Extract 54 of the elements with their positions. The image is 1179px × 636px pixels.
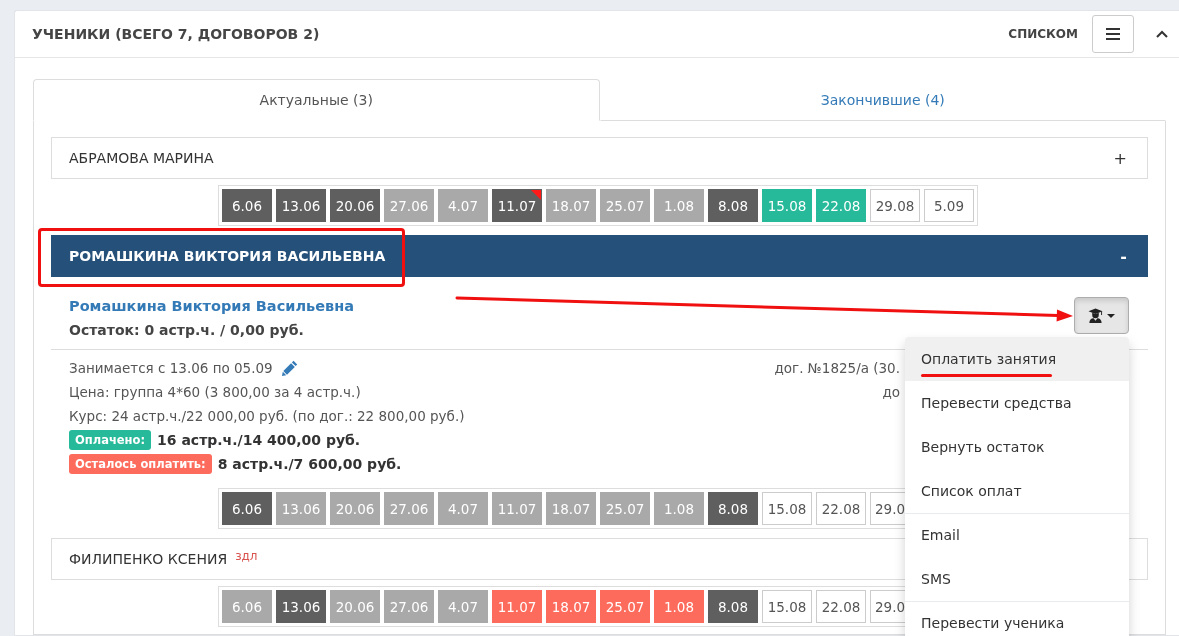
- student-name: РОМАШКИНА ВИКТОРИЯ ВАСИЛЬЕВНА: [69, 248, 386, 264]
- date-cell[interactable]: 13.06: [276, 189, 326, 222]
- amount-text: 8 астр.ч./7 600,00 руб.: [217, 455, 402, 474]
- student-name: АБРАМОВА МАРИНА: [69, 150, 214, 166]
- date-cell[interactable]: 29.0: [870, 590, 905, 623]
- info-text: Курс: 24 астр.ч./22 000,00 руб. (по дог.: 22 800,00 руб.): [69, 407, 465, 426]
- date-cell[interactable]: 5.09: [924, 189, 974, 222]
- student-icon: [1088, 308, 1103, 323]
- student-header[interactable]: АБРАМОВА МАРИНА +: [51, 137, 1148, 179]
- toggle-sign[interactable]: -: [1120, 246, 1130, 266]
- date-cell[interactable]: 22.08: [816, 590, 866, 623]
- toggle-sign[interactable]: +: [1113, 148, 1130, 168]
- tab[interactable]: Закончившие (4): [599, 79, 1166, 121]
- menu-icon: [1106, 28, 1120, 40]
- section-title: УЧЕНИКИ (ВСЕГО 7, ДОГОВОРОВ 2): [32, 26, 321, 42]
- view-menu-button[interactable]: [1092, 15, 1134, 53]
- student-header[interactable]: РОМАШКИНА ВИКТОРИЯ ВАСИЛЬЕВНА -: [51, 235, 1148, 277]
- date-cell[interactable]: 8.08: [708, 492, 758, 525]
- date-cell[interactable]: 29.08: [870, 189, 920, 222]
- date-cell[interactable]: 8.08: [708, 590, 758, 623]
- date-cell[interactable]: 8.08: [708, 189, 758, 222]
- date-cell[interactable]: 29.0: [870, 492, 905, 525]
- menu-item[interactable]: Перевести средства: [905, 381, 1129, 425]
- date-cell[interactable]: 22.08: [816, 492, 866, 525]
- status-label: Оплачено:: [69, 430, 152, 450]
- amount-text: 16 астр.ч./14 400,00 руб.: [157, 431, 361, 450]
- period-text: Занимается с 13.06 по 05.09: [69, 359, 273, 378]
- balance-text: Остаток: 0 астр.ч. / 0,00 руб.: [69, 321, 304, 340]
- student-actions-button[interactable]: [1074, 297, 1129, 334]
- date-cell[interactable]: 6.06: [222, 189, 272, 222]
- status-label: Осталось оплатить:: [69, 454, 212, 474]
- date-cell[interactable]: 15.08: [762, 492, 812, 525]
- student-name: ФИЛИПЕНКО КСЕНИЯ: [69, 551, 228, 567]
- student-tag: здл: [235, 549, 258, 563]
- date-cell[interactable]: 6.06: [222, 492, 272, 525]
- menu-item[interactable]: Перевести ученика: [905, 601, 1129, 636]
- pencil-icon[interactable]: [281, 360, 298, 376]
- date-cell[interactable]: 20.06: [330, 189, 380, 222]
- date-cell[interactable]: 11.07: [492, 189, 542, 222]
- collapse-icon[interactable]: [1156, 30, 1168, 38]
- corner-flag-icon: [531, 190, 541, 200]
- menu-item[interactable]: Оплатить занятия: [905, 337, 1129, 381]
- menu-item[interactable]: Список оплат: [905, 469, 1129, 513]
- view-mode-label: СПИСКОМ: [1008, 27, 1078, 41]
- menu-item[interactable]: Email: [905, 513, 1129, 557]
- menu-item[interactable]: Вернуть остаток: [905, 425, 1129, 469]
- contract-text: дог. №1825/а (30.: [774, 359, 900, 378]
- date-cell[interactable]: 13.06: [276, 590, 326, 623]
- date-cell[interactable]: 15.08: [762, 590, 812, 623]
- contract-text: до: [882, 383, 900, 402]
- caret-icon: [1107, 313, 1115, 318]
- info-text: Цена: группа 4*60 (3 800,00 за 4 астр.ч.): [69, 383, 361, 402]
- student-link[interactable]: Ромашкина Виктория Васильевна: [69, 294, 354, 318]
- tab[interactable]: Актуальные (3): [33, 79, 600, 121]
